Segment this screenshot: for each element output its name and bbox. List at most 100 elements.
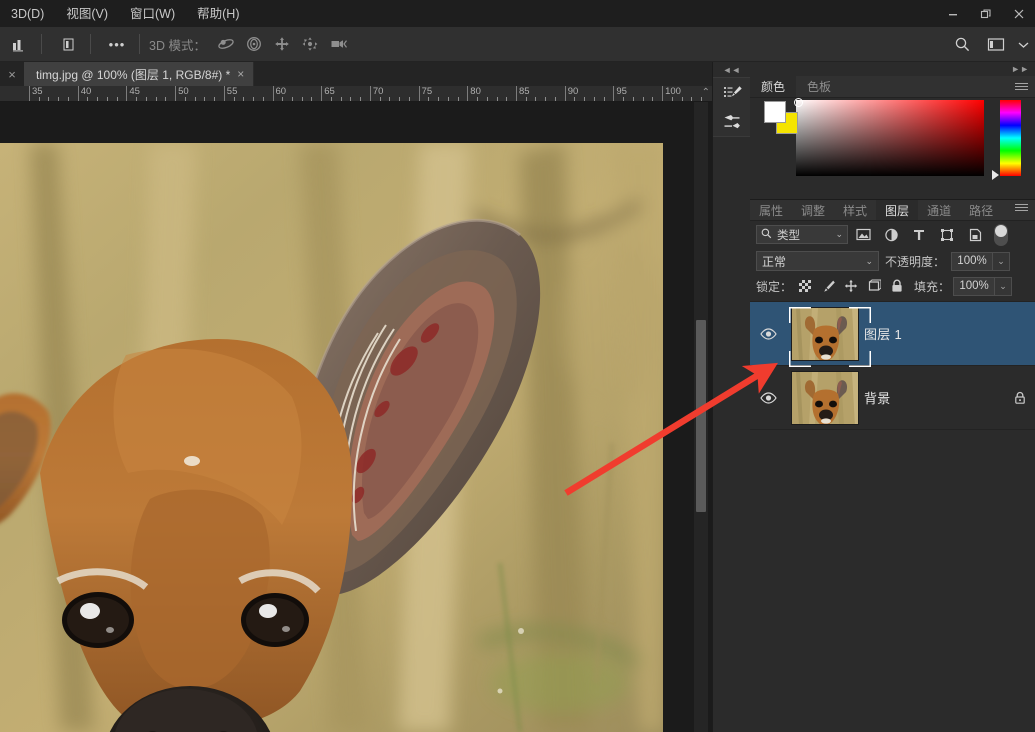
ruler-tick-minor — [234, 97, 235, 101]
fill-stepper[interactable]: ⌄ — [995, 277, 1012, 296]
layer-filter-kind-select[interactable]: 类型 ⌄ — [756, 225, 848, 244]
fill-input[interactable]: 100% — [953, 277, 995, 296]
table-row[interactable]: 背景 — [750, 366, 1035, 430]
hue-slider[interactable] — [1000, 100, 1021, 176]
layer-visibility-toggle[interactable] — [750, 392, 786, 404]
ground-plane-icon[interactable] — [53, 29, 83, 59]
ruler-tick-minor — [136, 97, 137, 101]
restore-button[interactable] — [969, 0, 1002, 27]
ruler-tick-minor — [341, 97, 342, 101]
tab-swatches[interactable]: 色板 — [796, 76, 842, 97]
filter-adjustment-icon[interactable] — [878, 224, 904, 246]
menu-3d[interactable]: 3D(D) — [0, 3, 55, 25]
ruler-tick-minor — [652, 97, 653, 101]
tab-channels[interactable]: 通道 — [918, 200, 960, 220]
scatter-3d-icon[interactable] — [4, 29, 34, 59]
foreground-color-swatch[interactable] — [764, 101, 786, 123]
more-options-button[interactable]: ••• — [102, 29, 132, 59]
layer-filter-kind-label: 类型 — [777, 227, 800, 243]
ruler-tick-minor — [594, 97, 595, 101]
blend-mode-select[interactable]: 正常 ⌄ — [756, 251, 879, 271]
lock-image-icon[interactable] — [818, 276, 838, 296]
layer-list: 图层 1 — [750, 301, 1035, 430]
brush-settings-icon[interactable] — [713, 107, 751, 136]
lock-all-icon[interactable] — [887, 276, 907, 296]
tab-adjustments[interactable]: 调整 — [792, 200, 834, 220]
close-all-tabs-button[interactable]: × — [0, 62, 24, 86]
filter-smart-object-icon[interactable] — [962, 224, 988, 246]
lock-position-icon[interactable] — [841, 276, 861, 296]
lock-artboard-icon[interactable] — [864, 276, 884, 296]
ruler-tick-minor — [555, 97, 556, 101]
ruler-collapse-icon[interactable]: ⌃ — [702, 87, 710, 98]
menu-help[interactable]: 帮助(H) — [186, 3, 250, 25]
expand-panels-button[interactable]: ►► — [1011, 64, 1029, 74]
vertical-scrollbar[interactable] — [696, 320, 706, 512]
layer-name[interactable]: 背景 — [864, 388, 1005, 407]
orbit-3d-icon[interactable] — [212, 31, 240, 57]
ruler-label: 95 — [614, 86, 627, 97]
ruler-label: 60 — [274, 86, 287, 97]
opacity-stepper[interactable]: ⌄ — [993, 252, 1010, 271]
brush-presets-icon[interactable] — [713, 78, 751, 107]
dock-collapse-button[interactable]: ◄◄ — [713, 62, 750, 77]
antelope-photo[interactable] — [0, 143, 663, 732]
ruler-tick-minor — [68, 97, 69, 101]
antelope-thumbnail[interactable] — [791, 371, 859, 425]
chevron-down-icon[interactable]: ⌄ — [835, 229, 843, 240]
layer-thumbnail-cell[interactable] — [786, 371, 864, 425]
layers-panel-menu-icon[interactable] — [1015, 204, 1029, 211]
layer-thumbnail-cell[interactable] — [786, 307, 864, 361]
document-tab[interactable]: timg.jpg @ 100% (图层 1, RGB/8#) * × — [24, 62, 254, 86]
horizontal-ruler[interactable]: 35404550556065707580859095100 ⌃ — [0, 86, 712, 102]
chevron-down-icon[interactable]: ⌄ — [865, 256, 873, 267]
table-row[interactable]: 图层 1 — [750, 302, 1035, 366]
layer-visibility-toggle[interactable] — [750, 328, 786, 340]
ruler-tick-minor — [107, 97, 108, 101]
filter-shape-icon[interactable] — [934, 224, 960, 246]
workspace-icon[interactable] — [981, 30, 1011, 60]
layers-panel-tabs: 属性 调整 样式 图层 通道 路径 — [750, 200, 1035, 221]
roll-3d-icon[interactable] — [240, 31, 268, 57]
menu-view[interactable]: 视图(V) — [55, 3, 119, 25]
antelope-thumbnail[interactable] — [791, 307, 859, 361]
close-button[interactable] — [1002, 0, 1035, 27]
filter-type-icon[interactable] — [906, 224, 932, 246]
lock-transparency-icon[interactable] — [795, 276, 815, 296]
ruler-label: 75 — [420, 86, 433, 97]
search-icon[interactable] — [947, 30, 977, 60]
color-panel-menu-icon[interactable] — [1015, 79, 1029, 93]
opacity-input[interactable]: 100% — [951, 252, 993, 271]
filter-pixel-icon[interactable] — [850, 224, 876, 246]
menu-window[interactable]: 窗口(W) — [119, 3, 186, 25]
blend-mode-row: 正常 ⌄ 不透明度： 100% ⌄ — [750, 248, 1035, 274]
color-field[interactable] — [796, 100, 984, 176]
pan-3d-icon[interactable] — [268, 31, 296, 57]
color-field-picker[interactable] — [794, 98, 803, 107]
layer-filter-toggle[interactable] — [994, 224, 1008, 246]
ruler-tick-minor — [604, 97, 605, 101]
camera-3d-icon[interactable] — [324, 31, 352, 57]
toolbar-divider-1 — [41, 34, 42, 54]
canvas-area[interactable] — [0, 102, 712, 732]
tab-styles[interactable]: 样式 — [834, 200, 876, 220]
photoshop-window: 3D(D) 视图(V) 窗口(W) 帮助(H) — [0, 0, 1035, 732]
document-tab-close-icon[interactable]: × — [237, 67, 244, 81]
ruler-tick-minor — [682, 97, 683, 101]
ruler-label: 55 — [225, 86, 238, 97]
minimize-button[interactable] — [936, 0, 969, 27]
tab-paths[interactable]: 路径 — [960, 200, 1002, 220]
search-icon — [761, 228, 772, 242]
ruler-tick-minor — [477, 97, 478, 101]
tab-properties[interactable]: 属性 — [750, 200, 792, 220]
tab-color[interactable]: 颜色 — [750, 76, 796, 97]
ruler-tick-minor — [311, 97, 312, 101]
chevron-down-icon[interactable] — [1015, 30, 1031, 60]
slide-3d-icon[interactable] — [296, 31, 324, 57]
hue-slider-handle[interactable] — [992, 170, 999, 180]
tab-layers[interactable]: 图层 — [876, 200, 918, 220]
layer-name[interactable]: 图层 1 — [864, 324, 1035, 343]
lock-icon — [1005, 391, 1035, 405]
ruler-tick-minor — [87, 97, 88, 101]
color-panel-tabs: 颜色 色板 — [750, 76, 1035, 98]
